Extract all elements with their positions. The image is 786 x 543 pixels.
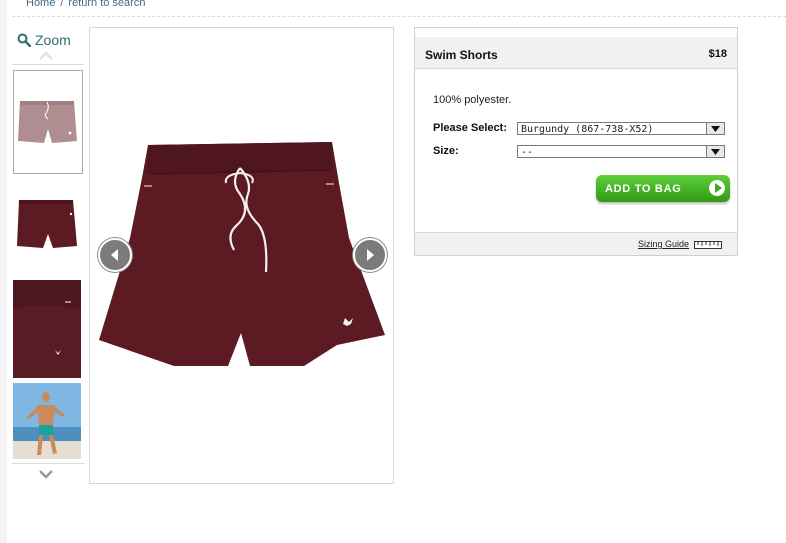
color-select-label: Please Select: — [433, 122, 507, 134]
search-icon — [17, 33, 31, 47]
breadcrumb-home-link[interactable]: Home — [26, 0, 55, 9]
main-product-image[interactable] — [89, 27, 394, 484]
thumbnail-image — [13, 280, 81, 378]
top-divider — [12, 16, 786, 17]
thumb-divider — [12, 64, 84, 65]
size-select-value: -- — [521, 147, 534, 158]
product-price: $18 — [708, 48, 727, 60]
product-name: Swim Shorts — [425, 48, 498, 62]
thumbnail-1[interactable] — [13, 70, 83, 174]
dropdown-button[interactable] — [706, 146, 724, 157]
product-panel: Swim Shorts $18 100% polyester. Please S… — [414, 27, 738, 256]
ruler-icon[interactable] — [694, 241, 722, 249]
zoom-button[interactable]: Zoom — [17, 32, 71, 48]
thumb-divider — [12, 463, 84, 464]
previous-image-button[interactable] — [98, 238, 132, 272]
chevron-down-icon[interactable] — [38, 469, 54, 479]
arrow-left-icon — [111, 249, 118, 261]
arrow-right-icon — [367, 249, 374, 261]
add-to-bag-label: ADD TO BAG — [605, 183, 682, 195]
dropdown-button[interactable] — [706, 123, 724, 134]
thumbnail-image — [13, 383, 81, 459]
color-select[interactable]: Burgundy (867-738-X52) — [517, 122, 725, 135]
breadcrumb: Home / return to search — [26, 0, 145, 9]
size-select-label: Size: — [433, 145, 459, 157]
thumbnail-2[interactable] — [13, 178, 81, 274]
dropdown-arrow-icon — [711, 149, 720, 155]
chevron-up-icon[interactable] — [38, 50, 54, 60]
product-header: Swim Shorts $18 — [415, 37, 737, 69]
swim-shorts-image — [99, 142, 385, 366]
sizing-guide-link[interactable]: Sizing Guide — [638, 239, 689, 249]
product-footer: Sizing Guide — [415, 232, 737, 255]
dropdown-arrow-icon — [711, 126, 720, 132]
left-edge — [0, 0, 7, 543]
product-description: 100% polyester. — [433, 94, 512, 106]
arrow-right-circle-icon — [709, 180, 725, 196]
thumbnail-image — [17, 200, 77, 248]
breadcrumb-separator: / — [60, 0, 64, 9]
thumbnail-image — [18, 101, 77, 143]
next-image-button[interactable] — [353, 238, 387, 272]
size-select[interactable]: -- — [517, 145, 725, 158]
thumbnail-3[interactable] — [13, 280, 81, 378]
return-to-search-link[interactable]: return to search — [68, 0, 145, 9]
thumbnail-4[interactable] — [13, 383, 81, 459]
color-select-value: Burgundy (867-738-X52) — [521, 124, 654, 135]
zoom-label: Zoom — [35, 32, 71, 48]
add-to-bag-button[interactable]: ADD TO BAG — [596, 175, 730, 202]
